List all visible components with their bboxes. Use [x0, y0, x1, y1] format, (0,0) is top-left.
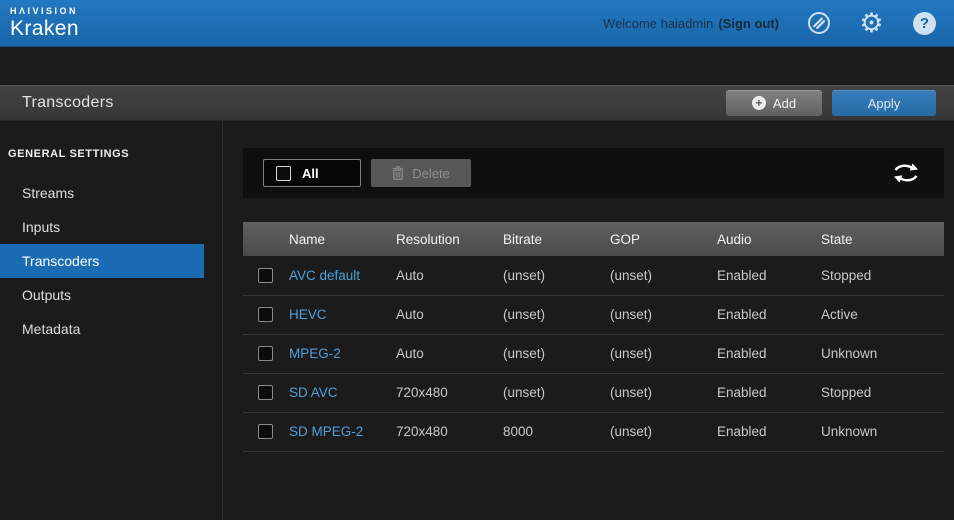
presets-icon-svg: [806, 10, 832, 36]
cell-state: Stopped: [819, 373, 944, 412]
table-header: Name Resolution Bitrate GOP Audio State: [243, 222, 944, 256]
column-header-name: Name: [287, 222, 394, 256]
table-row: MPEG-2 Auto (unset) (unset) Enabled Unkn…: [243, 334, 944, 373]
table-toolbar: All Delete: [243, 148, 944, 198]
page-title: Transcoders: [22, 94, 114, 112]
page-titlebar: Transcoders + Add Apply: [0, 85, 954, 121]
row-checkbox[interactable]: [258, 385, 273, 400]
add-button[interactable]: + Add: [726, 90, 822, 116]
cell-state: Stopped: [819, 256, 944, 295]
row-checkbox[interactable]: [258, 424, 273, 439]
haivision-logo[interactable]: HΛIVISION Kraken: [10, 7, 79, 39]
help-icon[interactable]: ?: [911, 10, 938, 37]
row-checkbox[interactable]: [258, 307, 273, 322]
cell-bitrate: (unset): [501, 373, 608, 412]
gear-glyph: ⚙: [859, 10, 883, 37]
sidebar-item-transcoders[interactable]: Transcoders: [0, 244, 204, 278]
topbar-right: Welcome haiadmin (Sign out) ⚙ ?: [603, 10, 938, 37]
transcoder-name-link[interactable]: SD MPEG-2: [289, 424, 363, 439]
cell-bitrate: (unset): [501, 295, 608, 334]
row-checkbox[interactable]: [258, 268, 273, 283]
add-plus-icon: +: [752, 96, 766, 110]
delete-button[interactable]: Delete: [371, 159, 471, 187]
cell-gop: (unset): [608, 334, 715, 373]
content: GENERAL SETTINGS Streams Inputs Transcod…: [0, 121, 954, 520]
cell-state: Unknown: [819, 412, 944, 451]
column-header-state: State: [819, 222, 944, 256]
cell-audio: Enabled: [715, 334, 819, 373]
gear-icon[interactable]: ⚙: [858, 10, 885, 37]
column-header-resolution: Resolution: [394, 222, 501, 256]
sidebar-item-streams[interactable]: Streams: [0, 176, 204, 210]
cell-bitrate: 8000: [501, 412, 608, 451]
presets-icon[interactable]: [805, 10, 832, 37]
welcome-text: Welcome haiadmin: [603, 16, 713, 31]
cell-gop: (unset): [608, 256, 715, 295]
sidebar: GENERAL SETTINGS Streams Inputs Transcod…: [0, 121, 223, 520]
transcoders-table: Name Resolution Bitrate GOP Audio State …: [243, 222, 944, 452]
trash-icon: [392, 166, 404, 180]
product-name: Kraken: [10, 18, 79, 39]
transcoder-name-link[interactable]: HEVC: [289, 307, 327, 322]
row-checkbox[interactable]: [258, 346, 273, 361]
logo-wordmark: HΛIVISION: [10, 7, 79, 16]
sidebar-item-outputs[interactable]: Outputs: [0, 278, 204, 312]
cell-resolution: Auto: [394, 256, 501, 295]
cell-bitrate: (unset): [501, 256, 608, 295]
cell-audio: Enabled: [715, 256, 819, 295]
cell-state: Active: [819, 295, 944, 334]
select-all-checkbox[interactable]: [276, 166, 291, 181]
select-all-label: All: [302, 166, 319, 181]
apply-button[interactable]: Apply: [832, 90, 936, 116]
cell-resolution: 720x480: [394, 412, 501, 451]
add-button-label: Add: [773, 96, 796, 111]
cell-audio: Enabled: [715, 373, 819, 412]
apply-button-label: Apply: [868, 96, 901, 111]
cell-state: Unknown: [819, 334, 944, 373]
cell-resolution: Auto: [394, 295, 501, 334]
refresh-icon-svg: [892, 161, 920, 185]
titlebar-buttons: + Add Apply: [726, 90, 936, 116]
delete-button-label: Delete: [412, 166, 450, 181]
column-header-select: [243, 222, 287, 256]
cell-resolution: 720x480: [394, 373, 501, 412]
sign-out-link[interactable]: (Sign out): [718, 16, 779, 31]
table-row: SD AVC 720x480 (unset) (unset) Enabled S…: [243, 373, 944, 412]
cell-audio: Enabled: [715, 412, 819, 451]
table-row: HEVC Auto (unset) (unset) Enabled Active: [243, 295, 944, 334]
cell-gop: (unset): [608, 295, 715, 334]
transcoder-name-link[interactable]: MPEG-2: [289, 346, 341, 361]
cell-audio: Enabled: [715, 295, 819, 334]
cell-resolution: Auto: [394, 334, 501, 373]
table-row: SD MPEG-2 720x480 8000 (unset) Enabled U…: [243, 412, 944, 451]
main-panel: All Delete: [223, 121, 954, 520]
topbar: HΛIVISION Kraken Welcome haiadmin (Sign …: [0, 0, 954, 47]
column-header-gop: GOP: [608, 222, 715, 256]
cell-gop: (unset): [608, 373, 715, 412]
select-all-button[interactable]: All: [263, 159, 361, 187]
help-glyph: ?: [913, 12, 936, 35]
cell-gop: (unset): [608, 412, 715, 451]
refresh-icon[interactable]: [892, 161, 920, 185]
cell-bitrate: (unset): [501, 334, 608, 373]
column-header-bitrate: Bitrate: [501, 222, 608, 256]
sidebar-section-label: GENERAL SETTINGS: [0, 148, 222, 160]
column-header-audio: Audio: [715, 222, 819, 256]
sidebar-item-metadata[interactable]: Metadata: [0, 312, 204, 346]
transcoder-name-link[interactable]: SD AVC: [289, 385, 338, 400]
transcoder-name-link[interactable]: AVC default: [289, 268, 360, 283]
sidebar-item-inputs[interactable]: Inputs: [0, 210, 204, 244]
table-row: AVC default Auto (unset) (unset) Enabled…: [243, 256, 944, 295]
